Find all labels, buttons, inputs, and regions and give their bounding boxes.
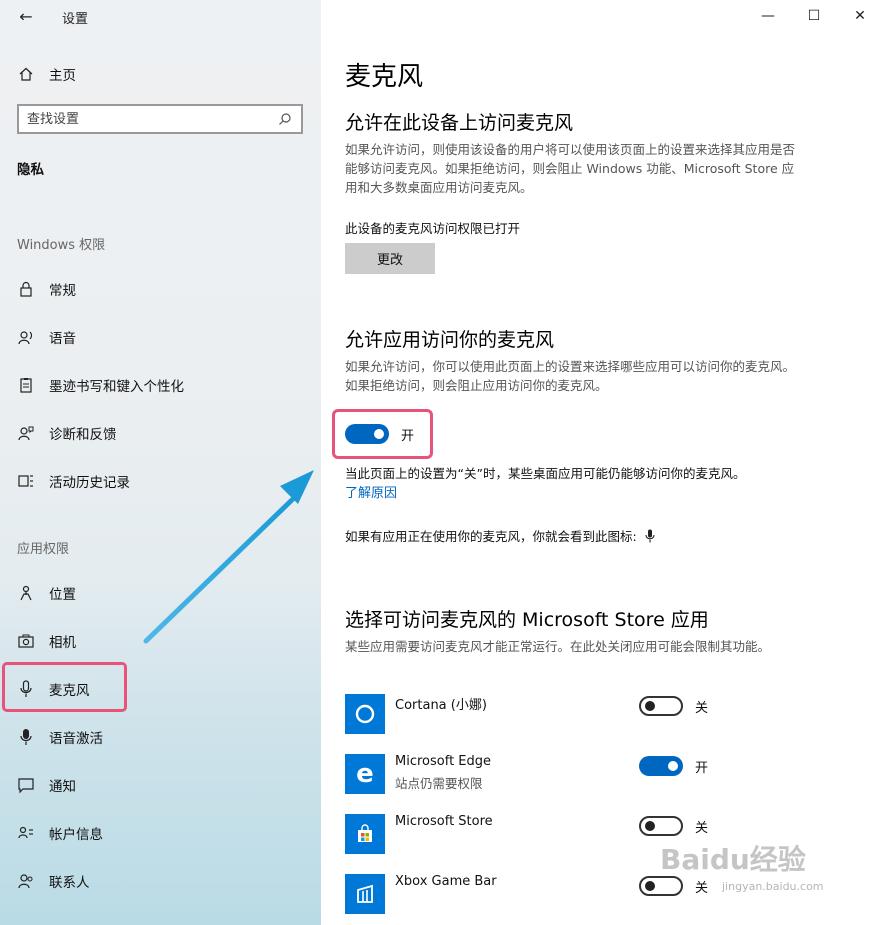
sidebar-item-label: 语音激活 <box>49 731 103 747</box>
sidebar-item-voice-activation[interactable]: 语音激活 <box>0 717 321 757</box>
search-icon[interactable] <box>277 111 293 127</box>
sidebar-item-general[interactable]: 常规 <box>0 269 321 309</box>
app-name: Xbox Game Bar <box>395 874 497 889</box>
sidebar-item-label: 活动历史记录 <box>49 475 130 491</box>
sidebar-item-label: 帐户信息 <box>49 827 103 843</box>
change-button[interactable]: 更改 <box>345 243 435 274</box>
edge-toggle[interactable] <box>639 756 683 776</box>
search-box[interactable] <box>17 104 303 134</box>
search-input[interactable] <box>27 111 277 127</box>
sidebar-item-label: 语音 <box>49 331 76 347</box>
sidebar-item-label: 主页 <box>49 68 76 84</box>
app-row-cortana: Cortana (小娜) 关 <box>345 694 865 734</box>
app-name: Microsoft Edge <box>395 754 492 769</box>
app-row-edge: e Microsoft Edge 站点仍需要权限 开 <box>345 754 865 794</box>
minimize-button[interactable]: — <box>745 0 791 32</box>
sidebar-item-inking[interactable]: 墨迹书写和键入个性化 <box>0 365 321 405</box>
window-title: 设置 <box>62 12 89 27</box>
microphone-in-use-icon <box>645 529 655 543</box>
contacts-icon <box>17 872 35 890</box>
watermark-url: jingyan.baidu.com <box>722 880 824 893</box>
edge-e-glyph: e <box>356 759 374 789</box>
sidebar-item-label: 位置 <box>49 587 76 603</box>
cortana-toggle[interactable] <box>639 696 683 716</box>
sidebar-item-account-info[interactable]: 帐户信息 <box>0 813 321 853</box>
toggle-knob <box>645 821 655 831</box>
sidebar-item-label: 墨迹书写和键入个性化 <box>49 379 184 395</box>
xbox-game-bar-toggle[interactable] <box>639 876 683 896</box>
clipboard-icon <box>17 376 35 394</box>
speech-icon <box>17 328 35 346</box>
xbox-game-bar-toggle-row[interactable]: 关 <box>639 876 708 896</box>
group-heading-windows: Windows 权限 <box>17 238 106 253</box>
learn-more-link[interactable]: 了解原因 <box>345 482 397 501</box>
sidebar-item-label: 相机 <box>49 635 76 651</box>
mic-icon-note: 如果有应用正在使用你的麦克风，你就会看到此图标: <box>345 526 655 545</box>
store-toggle[interactable] <box>639 816 683 836</box>
app-name: Cortana (小娜) <box>395 698 487 713</box>
toggle-knob <box>668 761 678 771</box>
mic-icon-note-text: 如果有应用正在使用你的麦克风，你就会看到此图标: <box>345 529 637 544</box>
sidebar: ← 设置 主页 隐私 Windows 权限 常规 语音 墨迹书写和键入个性化 <box>0 0 321 925</box>
toggle-knob <box>645 881 655 891</box>
device-access-description: 如果允许访问，则使用该设备的用户将可以使用该页面上的设置来选择其应用是否能够访问… <box>345 142 796 195</box>
maximize-button[interactable]: ☐ <box>791 0 837 32</box>
app-subtitle: 站点仍需要权限 <box>395 776 483 791</box>
app-name: Microsoft Store <box>395 814 493 829</box>
title-bar: ← 设置 <box>0 0 321 32</box>
sidebar-item-activity-history[interactable]: 活动历史记录 <box>0 461 321 501</box>
device-access-status: 此设备的麦克风访问权限已打开 <box>345 221 521 236</box>
cortana-toggle-row[interactable]: 关 <box>639 696 708 716</box>
sidebar-item-contacts[interactable]: 联系人 <box>0 861 321 901</box>
sidebar-item-label: 诊断和反馈 <box>49 427 117 443</box>
store-icon <box>345 814 385 854</box>
sidebar-item-home[interactable]: 主页 <box>0 58 321 90</box>
voice-activation-icon <box>17 728 35 746</box>
back-arrow-icon: ← <box>19 6 33 26</box>
section-title: 隐私 <box>17 162 44 178</box>
feedback-icon <box>17 424 35 442</box>
app-access-heading: 允许应用访问你的麦克风 <box>345 329 555 351</box>
toggle-knob <box>645 701 655 711</box>
sidebar-item-speech[interactable]: 语音 <box>0 317 321 357</box>
sidebar-item-notifications[interactable]: 通知 <box>0 765 321 805</box>
sidebar-item-location[interactable]: 位置 <box>0 573 321 613</box>
toggle-state-label: 关 <box>695 880 709 896</box>
notification-icon <box>17 776 35 794</box>
store-apps-description: 某些应用需要访问麦克风才能正常运行。在此处关闭应用可能会限制其功能。 <box>345 639 771 654</box>
main-content: — ☐ ✕ 麦克风 允许在此设备上访问麦克风 如果允许访问，则使用该设备的用户将… <box>321 0 883 925</box>
camera-icon <box>17 632 35 650</box>
microphone-highlight-box <box>2 662 127 712</box>
store-apps-heading: 选择可访问麦克风的 Microsoft Store 应用 <box>345 609 709 631</box>
toggle-state-label: 关 <box>695 700 709 716</box>
back-button[interactable]: ← <box>12 4 40 28</box>
account-info-icon <box>17 824 35 842</box>
group-heading-apps: 应用权限 <box>17 542 70 557</box>
toggle-state-label: 开 <box>695 760 709 776</box>
location-icon <box>17 584 35 602</box>
timeline-icon <box>17 472 35 490</box>
sidebar-item-label: 通知 <box>49 779 76 795</box>
xbox-game-bar-icon <box>345 874 385 914</box>
page-title: 麦克风 <box>345 62 424 92</box>
device-access-heading: 允许在此设备上访问麦克风 <box>345 112 574 134</box>
sidebar-item-label: 常规 <box>49 283 76 299</box>
sidebar-item-label: 联系人 <box>49 875 90 891</box>
window-controls: — ☐ ✕ <box>745 0 883 32</box>
toggle-state-label: 关 <box>695 820 709 836</box>
edge-toggle-row[interactable]: 开 <box>639 756 708 776</box>
store-toggle-row[interactable]: 关 <box>639 816 708 836</box>
cortana-icon <box>345 694 385 734</box>
edge-icon: e <box>345 754 385 794</box>
lock-icon <box>17 280 35 298</box>
sidebar-item-diagnostics[interactable]: 诊断和反馈 <box>0 413 321 453</box>
watermark: Baidu经验 <box>660 843 806 876</box>
toggle-highlight-box <box>332 409 433 459</box>
sidebar-item-camera[interactable]: 相机 <box>0 621 321 661</box>
close-button[interactable]: ✕ <box>837 0 883 32</box>
desktop-apps-note: 当此页面上的设置为“关”时，某些桌面应用可能仍能够访问你的麦克风。 <box>345 466 746 481</box>
home-icon <box>17 65 35 83</box>
app-access-description: 如果允许访问，你可以使用此页面上的设置来选择哪些应用可以访问你的麦克风。如果拒绝… <box>345 359 796 393</box>
